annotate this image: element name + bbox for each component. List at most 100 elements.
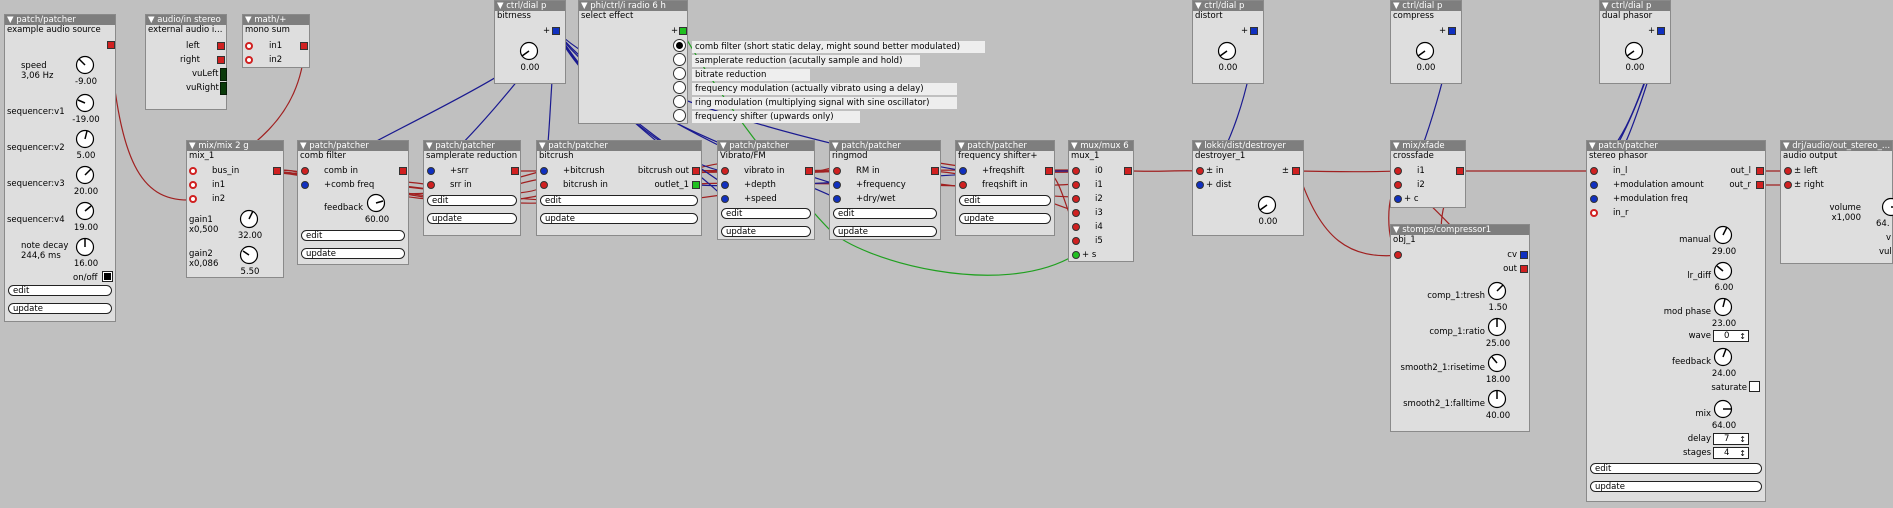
volume-dial[interactable] xyxy=(1881,197,1893,217)
example-audio-source-object[interactable]: ▼ patch/patcher example audio source spe… xyxy=(4,14,116,322)
compressor-inlet[interactable] xyxy=(1394,251,1402,259)
frequency-inlet[interactable] xyxy=(833,181,841,189)
stages-spinner[interactable]: 4 xyxy=(1713,447,1749,459)
bitcrush-object[interactable]: ▼ patch/patcher bitcrush +bitcrush bitcr… xyxy=(536,140,702,236)
out-outlet[interactable] xyxy=(1520,265,1528,273)
edit-button[interactable]: edit xyxy=(8,285,112,296)
depth-inlet[interactable] xyxy=(721,181,729,189)
srr-outlet[interactable] xyxy=(511,167,519,175)
manual-dial[interactable] xyxy=(1713,225,1733,245)
radio-option-0[interactable] xyxy=(673,39,686,52)
frequency-shifter-object[interactable]: ▼ patch/patcher frequency shifter+ +freq… xyxy=(955,140,1055,236)
in2-inlet[interactable] xyxy=(189,195,197,203)
seq4-dial[interactable] xyxy=(75,201,95,221)
in1-inlet[interactable] xyxy=(189,181,197,189)
in2-inlet[interactable] xyxy=(245,56,253,64)
wave-spinner[interactable]: 0 xyxy=(1713,330,1749,342)
ringmod-outlet[interactable] xyxy=(931,167,939,175)
dist-inlet[interactable] xyxy=(1196,181,1204,189)
feedback-dial[interactable] xyxy=(366,193,386,213)
rm-in-inlet[interactable] xyxy=(833,167,841,175)
update-button[interactable]: update xyxy=(833,226,937,237)
bitcrush-in-inlet[interactable] xyxy=(540,181,548,189)
in-r-inlet[interactable] xyxy=(1590,209,1598,217)
distort-dial-object[interactable]: ▼ ctrl/dial p distort + 0.00 xyxy=(1192,0,1264,84)
radio-option-5[interactable] xyxy=(673,109,686,122)
edit-button[interactable]: edit xyxy=(833,208,937,219)
mix-outlet[interactable] xyxy=(273,167,281,175)
sum-outlet[interactable] xyxy=(300,42,308,50)
edit-button[interactable]: edit xyxy=(959,195,1051,206)
update-button[interactable]: update xyxy=(540,213,698,224)
vibrato-outlet[interactable] xyxy=(805,167,813,175)
c-inlet[interactable] xyxy=(1394,195,1402,203)
comb-in-inlet[interactable] xyxy=(301,167,309,175)
i0-inlet[interactable] xyxy=(1072,167,1080,175)
dual-phasor-dial-object[interactable]: ▼ ctrl/dial p dual phasor + 0.00 xyxy=(1599,0,1671,84)
outlet-pin[interactable] xyxy=(107,41,115,49)
destroyer-outlet[interactable] xyxy=(1292,167,1300,175)
i2-inlet[interactable] xyxy=(1072,195,1080,203)
cv-outlet[interactable] xyxy=(1520,251,1528,259)
delay-spinner[interactable]: 7 xyxy=(1713,433,1749,445)
drywet-inlet[interactable] xyxy=(833,195,841,203)
gain1-dial[interactable] xyxy=(239,209,259,229)
xfade-outlet[interactable] xyxy=(1456,167,1464,175)
destroyer-object[interactable]: ▼ lokki/dist/destroyer destroyer_1 ± in … xyxy=(1192,140,1304,236)
out-l-outlet[interactable] xyxy=(1756,167,1764,175)
radio-option-4[interactable] xyxy=(673,95,686,108)
update-button[interactable]: update xyxy=(959,213,1051,224)
freqshift-outlet[interactable] xyxy=(1045,167,1053,175)
seq2-dial[interactable] xyxy=(75,129,95,149)
tresh-dial[interactable] xyxy=(1487,281,1507,301)
edit-button[interactable]: edit xyxy=(427,195,517,206)
dial-outlet[interactable] xyxy=(1657,27,1665,35)
bitrness-dial[interactable] xyxy=(519,41,539,61)
edit-button[interactable]: edit xyxy=(301,230,405,241)
note-decay-dial[interactable] xyxy=(75,237,95,257)
right-inlet[interactable] xyxy=(1784,181,1792,189)
srr-in-inlet[interactable] xyxy=(427,181,435,189)
freqshift-inlet[interactable] xyxy=(959,167,967,175)
falltime-dial[interactable] xyxy=(1487,389,1507,409)
outlet-1-outlet[interactable] xyxy=(692,181,700,189)
mod-freq-inlet[interactable] xyxy=(1590,195,1598,203)
feedback-dial[interactable] xyxy=(1713,347,1733,367)
i1-inlet[interactable] xyxy=(1072,181,1080,189)
vibrato-fm-object[interactable]: ▼ patch/patcher Vibrato/FM vibrato in +d… xyxy=(717,140,815,240)
seq3-dial[interactable] xyxy=(75,165,95,185)
i2-inlet[interactable] xyxy=(1394,181,1402,189)
compress-dial[interactable] xyxy=(1415,41,1435,61)
comb-outlet[interactable] xyxy=(399,167,407,175)
mux-outlet[interactable] xyxy=(1124,167,1132,175)
mix-dial[interactable] xyxy=(1713,399,1733,419)
speed-inlet[interactable] xyxy=(721,195,729,203)
gain2-dial[interactable] xyxy=(239,245,259,265)
freqshift-in-inlet[interactable] xyxy=(959,181,967,189)
lr-diff-dial[interactable] xyxy=(1713,261,1733,281)
risetime-dial[interactable] xyxy=(1487,353,1507,373)
radio-option-1[interactable] xyxy=(673,53,686,66)
stereo-phasor-object[interactable]: ▼ patch/patcher stereo phasor in_l out_l… xyxy=(1586,140,1766,502)
update-button[interactable]: update xyxy=(1590,481,1762,492)
saturate-checkbox[interactable] xyxy=(1749,381,1760,392)
radio-outlet[interactable] xyxy=(679,27,687,35)
update-button[interactable]: update xyxy=(721,226,811,237)
update-button[interactable]: update xyxy=(301,248,405,259)
left-inlet[interactable] xyxy=(1784,167,1792,175)
update-button[interactable]: update xyxy=(8,303,112,314)
comb-freq-inlet[interactable] xyxy=(301,181,309,189)
in1-inlet[interactable] xyxy=(245,42,253,50)
dial-outlet[interactable] xyxy=(1250,27,1258,35)
destroyer-dial[interactable] xyxy=(1257,195,1277,215)
seq1-dial[interactable] xyxy=(75,93,95,113)
mod-phase-dial[interactable] xyxy=(1713,297,1733,317)
dial-outlet[interactable] xyxy=(1448,27,1456,35)
in-l-inlet[interactable] xyxy=(1590,167,1598,175)
vibrato-in-inlet[interactable] xyxy=(721,167,729,175)
bitcrush-amount-inlet[interactable] xyxy=(540,167,548,175)
distort-dial[interactable] xyxy=(1217,41,1237,61)
s-inlet[interactable] xyxy=(1072,251,1080,259)
ringmod-object[interactable]: ▼ patch/patcher ringmod RM in +frequency… xyxy=(829,140,941,240)
compress-dial-object[interactable]: ▼ ctrl/dial p compress + 0.00 xyxy=(1390,0,1462,84)
